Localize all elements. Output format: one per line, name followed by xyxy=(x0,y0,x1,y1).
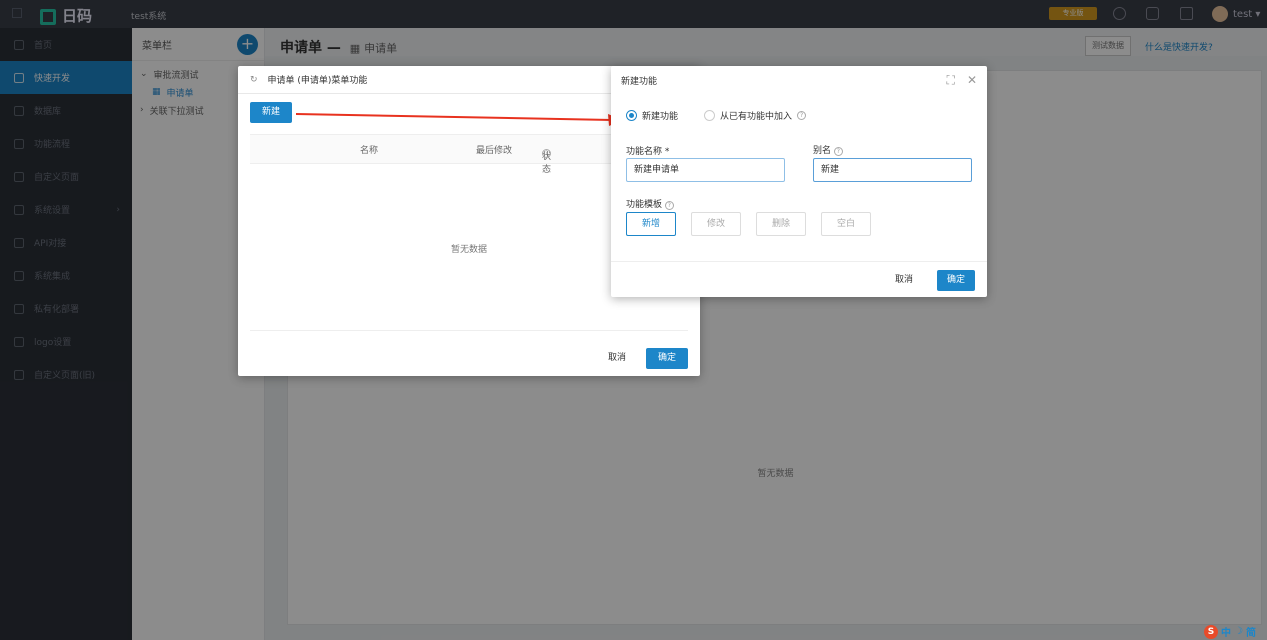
close-icon[interactable]: ✕ xyxy=(967,73,977,88)
new-function-dialog: 新建功能 ⛶ ✕ 新建功能 从已有功能中加入? 功能名称 * 新建申请单 别名 ?… xyxy=(611,66,987,297)
template-edit-button[interactable]: 修改 xyxy=(691,212,741,236)
function-name-input[interactable]: 新建申请单 xyxy=(626,158,785,182)
ime-mode: 简 xyxy=(1245,628,1256,639)
radio-label: 从已有功能中加入 xyxy=(720,112,793,122)
function-name-label: 功能名称 * xyxy=(626,147,670,157)
cancel-button[interactable]: 取消 xyxy=(883,270,925,291)
alias-input[interactable]: 新建 xyxy=(813,158,972,182)
help-icon: ? xyxy=(833,147,843,156)
radio-add-existing[interactable]: 从已有功能中加入? xyxy=(704,109,807,122)
radio-new-function[interactable]: 新建功能 xyxy=(626,109,678,122)
alias-label-text: 别名 xyxy=(813,146,832,156)
mode-radio-group: 新建功能 从已有功能中加入? xyxy=(626,109,807,122)
dialog-controls: ⛶ ✕ xyxy=(947,73,977,88)
radio-unchecked-icon xyxy=(704,110,716,121)
template-label: 功能模板 ? xyxy=(626,197,674,210)
radio-checked-icon xyxy=(626,110,637,121)
template-buttons: 新增 修改 删除 空白 xyxy=(626,212,871,236)
moon-icon: ☽ xyxy=(1234,626,1243,637)
radio-label: 新建功能 xyxy=(642,112,679,122)
template-label-text: 功能模板 xyxy=(626,200,663,210)
dialog-title: 新建功能 xyxy=(621,76,658,87)
dialog-footer: 取消 确定 xyxy=(883,270,975,291)
template-blank-button[interactable]: 空白 xyxy=(821,212,871,236)
help-icon: ? xyxy=(664,201,674,210)
fullscreen-icon[interactable]: ⛶ xyxy=(947,73,955,88)
alias-label: 别名 ? xyxy=(813,143,843,156)
ok-button[interactable]: 确定 xyxy=(936,270,975,291)
template-delete-button[interactable]: 删除 xyxy=(756,212,806,236)
ime-language: 中 xyxy=(1221,628,1231,639)
dialog-header: 新建功能 ⛶ ✕ xyxy=(611,66,987,94)
template-add-button[interactable]: 新增 xyxy=(626,212,676,236)
divider xyxy=(611,261,987,262)
help-icon: ? xyxy=(797,111,807,120)
ime-indicator[interactable]: S 中 ☽ 简 xyxy=(1204,624,1256,639)
arrow-line xyxy=(295,113,613,121)
sogou-icon: S xyxy=(1204,624,1218,639)
